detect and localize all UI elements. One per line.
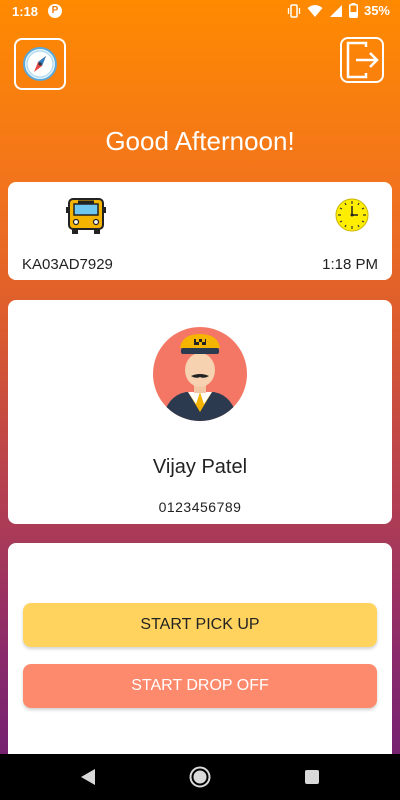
notification-p-icon: P <box>48 4 62 18</box>
nav-recent-icon[interactable] <box>304 769 320 785</box>
clock-icon <box>335 198 369 232</box>
status-bar: 1:18 P 35% <box>0 0 400 24</box>
bus-info-card: KA03AD7929 1:18 PM <box>8 182 392 280</box>
status-time: 1:18 <box>12 4 39 19</box>
driver-phone: 0123456789 <box>158 499 242 515</box>
nav-back-icon[interactable] <box>80 768 96 786</box>
nav-home-icon[interactable] <box>189 766 211 788</box>
start-dropoff-button[interactable]: START DROP OFF <box>23 664 377 708</box>
status-icons: 35% <box>287 3 390 18</box>
driver-card: Vijay Patel 0123456789 <box>8 300 392 524</box>
vibrate-icon <box>287 3 301 18</box>
start-pickup-button[interactable]: START PICK UP <box>23 603 377 647</box>
bus-number: KA03AD7929 <box>22 256 113 273</box>
current-time: 1:18 PM <box>322 256 378 273</box>
actions-card: START PICK UP START DROP OFF <box>8 543 392 763</box>
greeting-title: Good Afternoon! <box>105 126 295 156</box>
wifi-icon <box>307 4 323 17</box>
battery-percent: 35% <box>363 3 390 18</box>
driver-name: Vijay Patel <box>152 456 248 478</box>
battery-icon <box>348 3 358 18</box>
bus-icon <box>66 198 106 234</box>
logout-button[interactable] <box>340 37 384 83</box>
compass-button[interactable] <box>14 38 66 90</box>
logout-icon <box>346 41 379 79</box>
system-nav-bar <box>0 754 400 800</box>
compass-icon <box>23 47 57 81</box>
driver-avatar <box>153 327 247 421</box>
signal-icon <box>329 4 342 17</box>
